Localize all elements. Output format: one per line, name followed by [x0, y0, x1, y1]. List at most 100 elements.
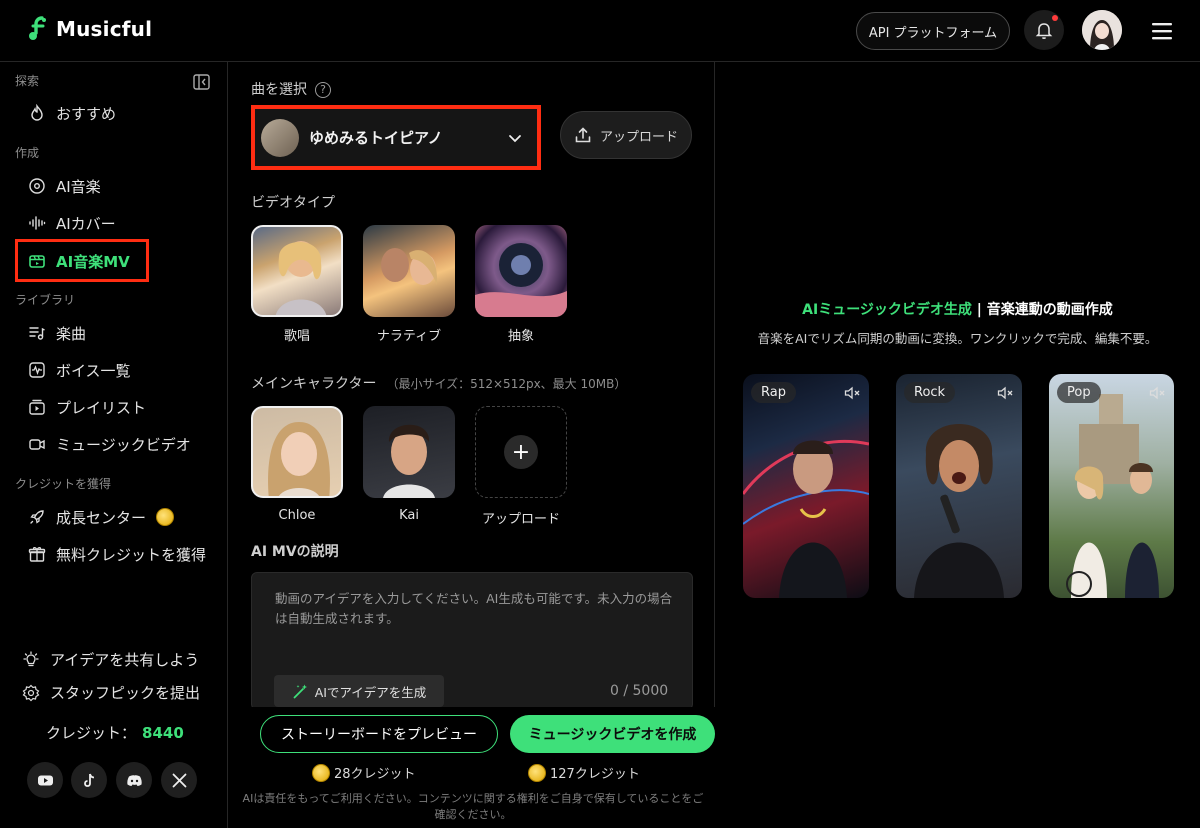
selected-song-name: ゆめみるトイピアノ [309, 129, 443, 147]
sidebar-item-label: プレイリスト [56, 398, 147, 417]
preview-cost-label: 28クレジット [334, 767, 416, 782]
video-type-caption: 抽象 [507, 329, 534, 344]
action-bar: ストーリーボードをプレビュー ミュージックビデオを作成 28クレジット 127ク… [228, 707, 715, 828]
character-name: Kai [399, 508, 419, 523]
card-genre-label: Rock [904, 382, 956, 403]
video-type-narrative[interactable] [363, 225, 455, 317]
sidebar-item-growth-center[interactable]: 成長センター [28, 505, 175, 529]
mute-icon[interactable] [843, 384, 861, 402]
create-music-video-button[interactable]: ミュージックビデオを作成 [510, 715, 715, 753]
x-icon [172, 773, 186, 787]
sidebar-item-music-videos[interactable]: ミュージックビデオ [28, 432, 191, 456]
sample-video-rock[interactable]: Rock [896, 374, 1022, 598]
song-select-heading: 曲を選択? [251, 79, 331, 99]
sidebar-item-free-credits[interactable]: 無料クレジットを獲得 [28, 542, 206, 566]
youtube-button[interactable] [27, 762, 63, 798]
preview-storyboard-button[interactable]: ストーリーボードをプレビュー [260, 715, 498, 753]
video-type-label: ビデオタイプ [251, 195, 335, 211]
create-cost-label: 127クレジット [550, 767, 640, 782]
discord-button[interactable] [116, 762, 152, 798]
sample-video-rap[interactable]: Rap [743, 374, 869, 598]
sidebar-item-label: 楽曲 [56, 324, 87, 343]
credits-value: 8440 [142, 724, 184, 742]
rap-video-image [743, 439, 869, 598]
main-character-heading: メインキャラクター （最小サイズ：512×512px、最大 10MB） [251, 373, 626, 393]
magic-wand-icon [293, 684, 307, 698]
sidebar-item-ai-music[interactable]: AI音楽 [28, 174, 101, 198]
plus-icon: + [504, 435, 538, 469]
character-name: Chloe [278, 508, 316, 523]
disc-icon [29, 178, 45, 194]
credits-label: クレジット： [46, 724, 137, 742]
sidebar-item-songs[interactable]: 楽曲 [28, 321, 86, 345]
mute-icon[interactable] [996, 384, 1014, 402]
video-type-abstract[interactable] [475, 225, 567, 317]
character-chloe[interactable] [251, 406, 343, 498]
hero-title-highlight: AIミュージックビデオ生成 [802, 302, 972, 318]
sidebar-item-label: おすすめ [56, 104, 117, 123]
chloe-portrait [268, 422, 330, 496]
kai-portrait [383, 424, 435, 498]
preview-cost: 28クレジット [312, 763, 416, 782]
help-icon[interactable]: ? [315, 82, 331, 98]
x-button[interactable] [161, 762, 197, 798]
gift-icon [28, 546, 46, 562]
upload-character-button[interactable]: + [475, 406, 567, 498]
user-avatar[interactable] [1082, 10, 1122, 50]
playlist-icon [29, 399, 45, 415]
voice-wave-icon [29, 362, 45, 378]
notification-button[interactable] [1024, 10, 1064, 50]
sample-video-pop[interactable]: Pop [1049, 374, 1174, 598]
upload-song-button[interactable]: アップロード [560, 111, 692, 159]
top-bar: Musicful API プラットフォーム [0, 0, 1200, 62]
card-genre-label: Rap [751, 382, 796, 403]
couple-image [381, 248, 438, 285]
hero-title-rest: | 音楽連動の動画作成 [971, 302, 1113, 318]
section-earn-credits: クレジットを獲得 [15, 477, 112, 491]
sidebar-item-ai-music-mv[interactable]: AI音楽MV [28, 249, 130, 273]
description-textarea[interactable]: 動画のアイデアを入力してください。AI生成も可能です。未入力の場合は自動生成され… [251, 572, 693, 710]
upload-icon [575, 127, 591, 143]
sidebar-item-voices[interactable]: ボイス一覧 [28, 358, 131, 382]
generate-idea-button[interactable]: AIでアイデアを生成 [274, 675, 444, 707]
video-clapper-icon [29, 255, 45, 268]
sidebar: 探索 おすすめ 作成 AI音楽 AIカバー AI音楽MV ライブラリ 楽曲 ボイ… [0, 62, 228, 828]
tiktok-button[interactable] [71, 762, 107, 798]
collapse-sidebar-icon[interactable] [193, 74, 210, 90]
video-type-singing[interactable] [251, 225, 343, 317]
card-genre-label: Pop [1057, 382, 1101, 403]
description-placeholder: 動画のアイデアを入力してください。AI生成も可能です。未入力の場合は自動生成され… [275, 591, 673, 626]
hamburger-menu-icon[interactable] [1150, 20, 1174, 42]
api-platform-button[interactable]: API プラットフォーム [856, 12, 1010, 50]
pop-video-image [1066, 394, 1159, 598]
logo[interactable]: Musicful [28, 16, 152, 42]
hero-subtitle: 音楽をAIでリズム同期の動画に変換。ワンクリックで完成、編集不要。 [757, 331, 1158, 346]
preview-panel: AIミュージックビデオ生成 | 音楽連動の動画作成 音楽をAIでリズム同期の動画… [715, 62, 1200, 828]
rocket-icon [30, 510, 44, 524]
sidebar-item-label: AI音楽MV [56, 252, 130, 271]
character-upload-label: アップロード [481, 512, 560, 527]
music-list-icon [29, 327, 45, 340]
waveform-icon [29, 216, 46, 230]
share-idea-link[interactable]: アイデアを共有しよう [22, 649, 199, 670]
main-character-hint: （最小サイズ：512×512px、最大 10MB） [386, 377, 627, 391]
hero-title: AIミュージックビデオ生成 | 音楽連動の動画作成 [715, 299, 1200, 319]
mute-icon[interactable] [1148, 384, 1166, 402]
flame-icon [31, 104, 43, 121]
youtube-icon [37, 775, 53, 785]
character-kai[interactable] [363, 406, 455, 498]
staff-pick-label: スタッフピックを提出 [50, 684, 201, 702]
sidebar-item-recommended[interactable]: おすすめ [28, 101, 116, 125]
sidebar-item-ai-cover[interactable]: AIカバー [28, 211, 116, 235]
generate-idea-label: AIでアイデアを生成 [314, 684, 427, 700]
sidebar-item-label: ミュージックビデオ [56, 435, 191, 454]
mv-creation-panel: 曲を選択? ゆめみるトイピアノ アップロード ビデオタイプ 歌唱 ナラティブ 抽… [228, 62, 715, 828]
char-counter: 0 / 5000 [610, 683, 669, 699]
sidebar-item-playlists[interactable]: プレイリスト [28, 395, 146, 419]
section-explore: 探索 [15, 74, 40, 88]
staff-pick-link[interactable]: スタッフピックを提出 [22, 682, 200, 703]
credit-balance: クレジット： 8440 [46, 722, 184, 743]
song-select-dropdown[interactable]: ゆめみるトイピアノ [251, 105, 541, 170]
sidebar-item-label: 成長センター [56, 508, 147, 527]
upload-label: アップロード [599, 129, 678, 145]
